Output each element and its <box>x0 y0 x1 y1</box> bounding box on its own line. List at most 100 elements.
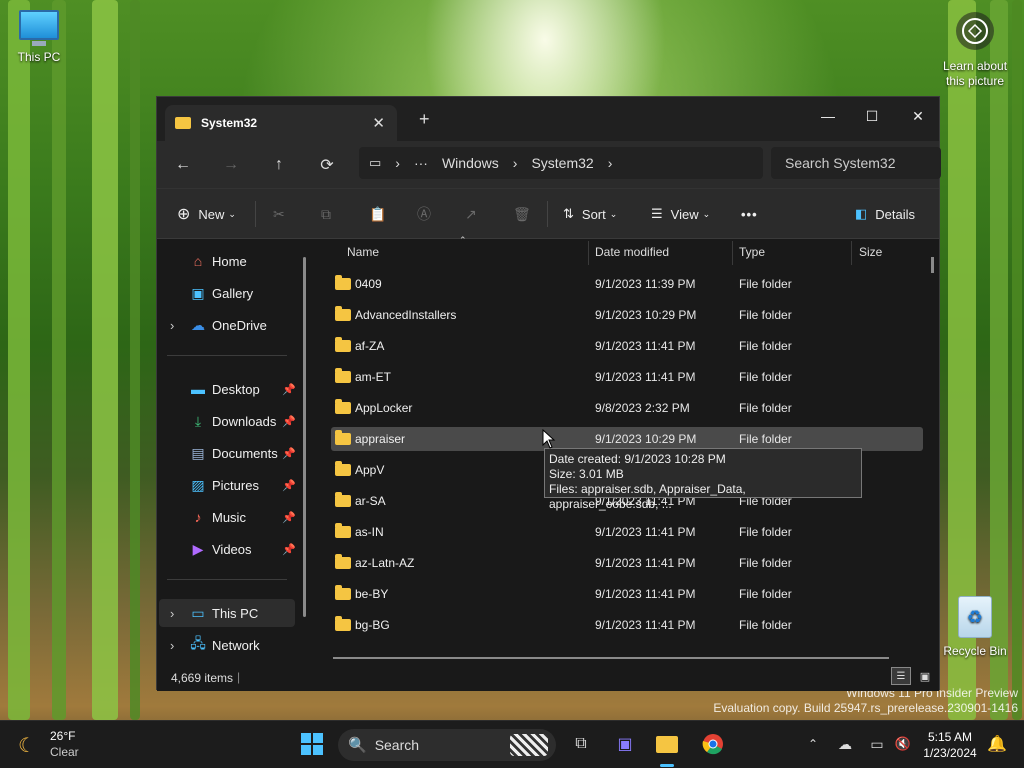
file-row[interactable]: AppLocker 9/8/2023 2:32 PM File folder <box>331 396 923 420</box>
network-status-icon[interactable]: ▭ <box>864 731 890 757</box>
column-separator[interactable] <box>588 241 589 265</box>
breadcrumb-chevron-icon[interactable]: › <box>513 155 518 171</box>
nav-item-music[interactable]: ♪ Music 📌 <box>159 503 296 531</box>
file-row[interactable]: af-ZA 9/1/2023 11:41 PM File folder <box>331 334 923 358</box>
address-bar: ← → ↑ ⟳ ▭ › ··· Windows › System32 › Sea… <box>157 141 941 189</box>
column-header-name[interactable]: Name <box>347 245 379 259</box>
file-explorer-taskbar-button[interactable] <box>654 731 680 757</box>
weather-widget[interactable]: ☾ 26°F Clear <box>18 729 98 761</box>
tab-system32[interactable]: System32 ✕ <box>165 105 397 141</box>
breadcrumb-item-system32[interactable]: System32 <box>531 155 593 171</box>
chat-app-button[interactable]: ▣ <box>612 731 638 757</box>
chevron-right-icon[interactable]: › <box>170 606 174 621</box>
file-row[interactable]: am-ET 9/1/2023 11:41 PM File folder <box>331 365 923 389</box>
file-row[interactable]: AdvancedInstallers 9/1/2023 10:29 PM Fil… <box>331 303 923 327</box>
bamboo-stalk <box>130 0 140 720</box>
folder-icon <box>335 306 351 321</box>
nav-scrollbar[interactable] <box>303 257 306 617</box>
column-header-date[interactable]: Date modified <box>595 245 669 259</box>
task-view-button[interactable]: ⧉ <box>568 731 594 757</box>
delete-button[interactable]: 🗑 <box>513 202 531 226</box>
file-row[interactable]: be-BY 9/1/2023 11:41 PM File folder <box>331 582 923 606</box>
column-header-size[interactable]: Size <box>859 245 882 259</box>
rename-button[interactable]: Ⓐ <box>417 202 431 226</box>
more-options-button[interactable]: ••• <box>741 202 758 226</box>
details-view-button[interactable]: ☰ <box>891 667 911 685</box>
breadcrumb-chevron-icon[interactable]: › <box>608 155 613 171</box>
column-separator[interactable] <box>732 241 733 265</box>
camera-lens-icon <box>962 18 988 44</box>
new-tab-button[interactable]: + <box>419 109 430 130</box>
nav-item-this-pc[interactable]: › ▭ This PC <box>159 599 295 627</box>
share-button[interactable]: ↗ <box>465 202 477 226</box>
breadcrumb-chevron-icon[interactable]: › <box>395 155 400 171</box>
start-button[interactable] <box>299 731 325 757</box>
forward-button[interactable]: → <box>219 153 243 177</box>
desktop-recycle-bin[interactable]: ♻ Recycle Bin <box>942 596 1008 658</box>
chevron-right-icon[interactable]: › <box>170 318 174 333</box>
chrome-button[interactable] <box>700 731 726 757</box>
nav-item-home[interactable]: ⌂ Home <box>159 247 295 275</box>
file-row[interactable]: az-Latn-AZ 9/1/2023 11:41 PM File folder <box>331 551 923 575</box>
sort-button[interactable]: ⇅ Sort ⌄ <box>563 202 617 226</box>
windows-logo-icon <box>301 733 323 755</box>
nav-item-onedrive[interactable]: › ☁ OneDrive <box>159 311 295 339</box>
details-pane-button[interactable]: ◧ Details <box>855 202 915 226</box>
show-hidden-icons-button[interactable]: ⌃ <box>800 731 826 757</box>
command-bar: ⊕ New ⌄ ✂ ⧉ 📋 Ⓐ ↗ 🗑 ⇅ Sort ⌄ ☰ View ⌄ ••… <box>157 189 939 239</box>
folder-icon <box>335 430 351 445</box>
chevron-right-icon[interactable]: › <box>170 638 174 653</box>
folder-icon <box>335 368 351 383</box>
downloads-icon: ⤓ <box>194 412 202 429</box>
file-row[interactable]: 0409 9/1/2023 11:39 PM File folder <box>331 272 923 296</box>
cloud-offline-icon[interactable]: ☁ <box>832 731 858 757</box>
tab-close-icon[interactable]: ✕ <box>372 114 385 132</box>
tiles-view-button[interactable]: ▣ <box>915 667 935 685</box>
column-header-type[interactable]: Type <box>739 245 765 259</box>
nav-item-downloads[interactable]: ⤓ Downloads 📌 <box>159 407 296 435</box>
close-button[interactable]: ✕ <box>895 103 941 129</box>
learn-about-picture-button[interactable] <box>956 12 994 50</box>
breadcrumb[interactable]: ▭ › ··· Windows › System32 › <box>359 147 763 179</box>
chevron-down-icon: ⌄ <box>702 208 711 219</box>
nav-item-pictures[interactable]: ▨ Pictures 📌 <box>159 471 295 499</box>
computer-icon[interactable]: ▭ <box>369 155 381 171</box>
nav-item-network[interactable]: › 🖧 Network <box>159 631 295 659</box>
new-button[interactable]: ⊕ New ⌄ <box>177 202 236 226</box>
up-button[interactable]: ↑ <box>267 153 291 177</box>
system-clock[interactable]: 5:15 AM 1/23/2024 <box>918 729 982 761</box>
minimize-button[interactable]: — <box>805 103 851 129</box>
bamboo-stalk <box>92 0 118 720</box>
nav-item-desktop[interactable]: ▬ Desktop 📌 <box>159 375 296 403</box>
volume-muted-icon[interactable]: 🔇 <box>890 731 916 757</box>
taskbar-search-box[interactable]: 🔍 Search <box>338 729 556 761</box>
copy-button[interactable]: ⧉ <box>321 202 331 226</box>
desktop-this-pc[interactable]: This PC <box>12 10 66 64</box>
cut-button[interactable]: ✂ <box>273 202 285 226</box>
notification-bell-icon[interactable]: 🔔 <box>984 731 1010 757</box>
monitor-icon <box>19 10 59 40</box>
file-name: AdvancedInstallers <box>355 308 457 322</box>
vertical-scrollbar[interactable] <box>931 257 934 273</box>
column-separator[interactable] <box>851 241 852 265</box>
search-input[interactable]: Search System32 <box>771 147 941 179</box>
maximize-button[interactable]: ☐ <box>849 103 895 129</box>
sort-label: Sort <box>581 206 606 222</box>
back-button[interactable]: ← <box>171 153 195 177</box>
horizontal-scrollbar[interactable] <box>333 657 889 659</box>
nav-item-videos[interactable]: ▶ Videos 📌 <box>159 535 296 563</box>
paste-button[interactable]: 📋 <box>369 202 386 226</box>
file-row[interactable]: bg-BG 9/1/2023 11:41 PM File folder <box>331 613 923 637</box>
nav-item-gallery[interactable]: ▣ Gallery <box>159 279 295 307</box>
nav-item-documents[interactable]: ▤ Documents 📌 <box>159 439 295 467</box>
file-row[interactable]: as-IN 9/1/2023 11:41 PM File folder <box>331 520 923 544</box>
breadcrumb-ellipsis[interactable]: ··· <box>414 155 428 171</box>
file-date: 9/1/2023 10:29 PM <box>595 308 697 322</box>
file-type: File folder <box>739 339 792 353</box>
pin-icon: 📌 <box>282 383 296 396</box>
breadcrumb-item-windows[interactable]: Windows <box>442 155 499 171</box>
onedrive-icon: ☁ <box>191 316 205 333</box>
refresh-button[interactable]: ⟳ <box>315 153 339 177</box>
view-button[interactable]: ☰ View ⌄ <box>651 202 710 226</box>
folder-icon <box>335 616 351 631</box>
